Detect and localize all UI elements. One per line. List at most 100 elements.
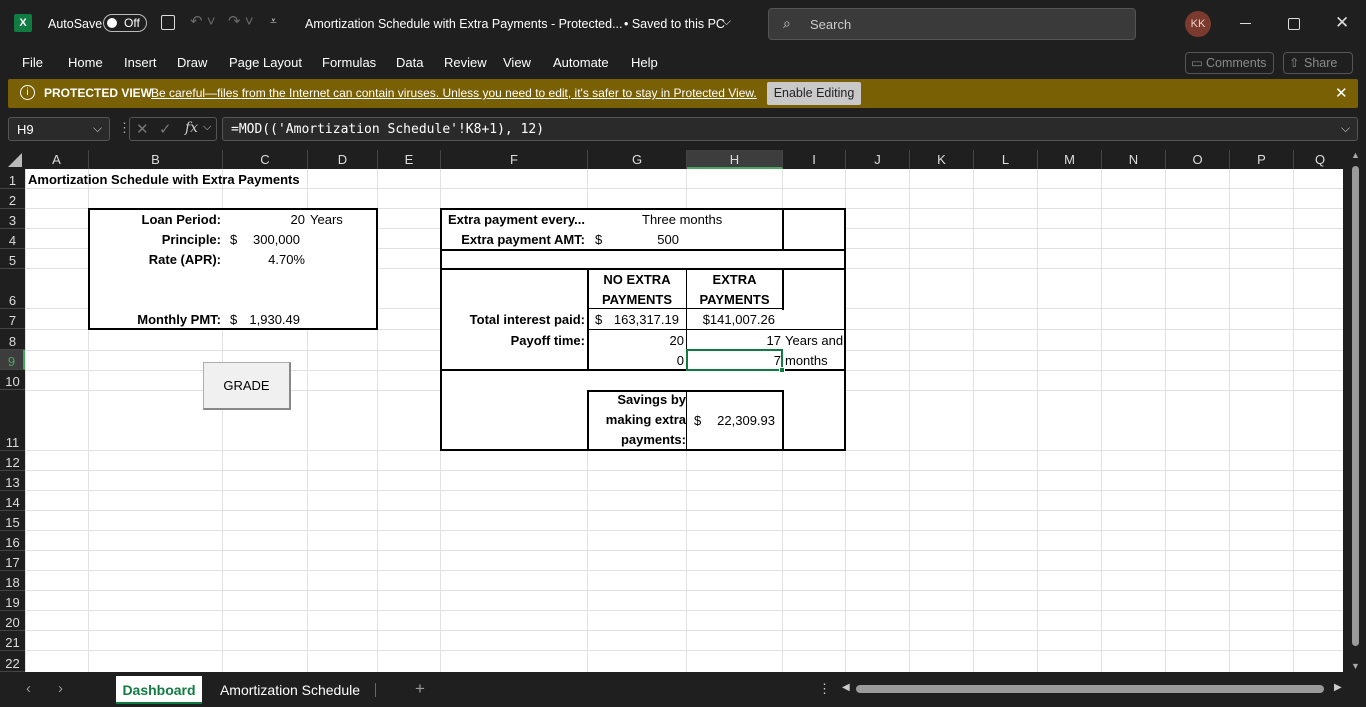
row-header-8[interactable]: 8 xyxy=(0,329,25,350)
menu-draw[interactable]: Draw xyxy=(177,55,207,70)
row-header-2[interactable]: 2 xyxy=(0,189,25,209)
col-header-b[interactable]: B xyxy=(89,150,223,169)
scroll-right-icon[interactable]: ▶ xyxy=(1334,682,1342,693)
protected-view-message[interactable]: Be careful—files from the Internet can c… xyxy=(151,86,757,100)
next-sheet-icon[interactable]: › xyxy=(58,680,63,697)
extra-every-value[interactable]: Three months xyxy=(642,212,722,227)
enter-icon[interactable]: ✓ xyxy=(159,120,172,138)
horizontal-scroll-thumb[interactable] xyxy=(856,685,1324,693)
row-header-3[interactable]: 3 xyxy=(0,209,25,229)
undo-icon[interactable]: ↶ ˅ xyxy=(190,12,216,30)
col-header-a[interactable]: A xyxy=(25,150,89,169)
menu-review[interactable]: Review xyxy=(444,55,487,70)
col-header-h[interactable]: H xyxy=(687,150,783,169)
menu-data[interactable]: Data xyxy=(396,55,423,70)
payoff-months-no-extra[interactable]: 0 xyxy=(677,353,684,368)
payoff-years-no-extra[interactable]: 20 xyxy=(670,333,684,348)
close-icon[interactable]: ✕ xyxy=(1335,84,1348,102)
menu-insert[interactable]: Insert xyxy=(124,55,157,70)
name-box[interactable]: H9 ⌵ xyxy=(8,117,110,141)
row-header-13[interactable]: 13 xyxy=(0,471,25,491)
col-header-c[interactable]: C xyxy=(223,150,308,169)
share-button[interactable]: ⇧ Share xyxy=(1283,52,1353,74)
formula-input[interactable]: =MOD(('Amortization Schedule'!K8+1), 12)… xyxy=(222,117,1358,141)
row-header-10[interactable]: 10 xyxy=(0,370,25,390)
scroll-up-icon[interactable]: ▲ xyxy=(1351,150,1360,160)
col-header-q[interactable]: Q xyxy=(1294,150,1346,169)
previous-sheet-icon[interactable]: ‹ xyxy=(26,680,31,697)
scroll-left-icon[interactable]: ◀ xyxy=(842,682,850,693)
col-header-d[interactable]: D xyxy=(308,150,378,169)
close-icon[interactable]: ✕ xyxy=(1335,13,1349,33)
savings-value[interactable]: 22,309.93 xyxy=(717,413,775,428)
comments-button[interactable]: ▭ Comments xyxy=(1185,52,1274,74)
principle-value[interactable]: 300,000 xyxy=(253,232,300,247)
worksheet-grid[interactable]: Amortization Schedule with Extra Payment… xyxy=(25,169,1343,672)
extra-amt-value[interactable]: 500 xyxy=(657,232,679,247)
row-header-21[interactable]: 21 xyxy=(0,631,25,651)
autosave-toggle[interactable]: Off xyxy=(103,14,147,32)
col-header-p[interactable]: P xyxy=(1230,150,1294,169)
monthly-pmt-value[interactable]: 1,930.49 xyxy=(249,312,300,327)
menu-help[interactable]: Help xyxy=(631,55,658,70)
row-header-4[interactable]: 4 xyxy=(0,229,25,249)
row-header-6[interactable]: 6 xyxy=(0,269,25,309)
document-title[interactable]: Amortization Schedule with Extra Payment… xyxy=(305,17,623,31)
chevron-down-icon[interactable]: ⌵ xyxy=(93,121,102,136)
row-header-11[interactable]: 11 xyxy=(0,390,25,451)
row-header-7[interactable]: 7 xyxy=(0,309,25,329)
avatar[interactable]: KK xyxy=(1185,11,1211,37)
col-header-k[interactable]: K xyxy=(910,150,974,169)
restore-icon[interactable] xyxy=(1288,18,1300,30)
menu-automate[interactable]: Automate xyxy=(553,55,609,70)
rate-value[interactable]: 4.70% xyxy=(268,252,305,267)
chevron-down-icon[interactable]: ⌵ xyxy=(722,14,731,29)
vertical-scroll-thumb[interactable] xyxy=(1352,166,1359,646)
menu-view[interactable]: View xyxy=(503,55,531,70)
menu-formulas[interactable]: Formulas xyxy=(322,55,376,70)
menu-page-layout[interactable]: Page Layout xyxy=(229,55,302,70)
tab-amortization-schedule[interactable]: Amortization Schedule xyxy=(210,676,370,704)
row-header-16[interactable]: 16 xyxy=(0,531,25,551)
total-interest-no-extra[interactable]: 163,317.19 xyxy=(614,312,679,327)
more-options-icon[interactable]: ⋮ xyxy=(818,681,831,697)
add-sheet-icon[interactable]: + xyxy=(415,679,425,699)
row-header-17[interactable]: 17 xyxy=(0,551,25,571)
menu-home[interactable]: Home xyxy=(68,55,103,70)
row-header-12[interactable]: 12 xyxy=(0,451,25,471)
col-header-e[interactable]: E xyxy=(378,150,441,169)
col-header-m[interactable]: M xyxy=(1038,150,1102,169)
customize-toolbar-icon[interactable]: ⩡ xyxy=(270,14,277,29)
row-header-5[interactable]: 5 xyxy=(0,249,25,269)
row-header-15[interactable]: 15 xyxy=(0,511,25,531)
col-header-f[interactable]: F xyxy=(441,150,588,169)
save-status[interactable]: • Saved to this PC xyxy=(624,17,725,31)
loan-period-value[interactable]: 20 xyxy=(291,212,305,227)
col-header-i[interactable]: I xyxy=(783,150,846,169)
select-all-corner[interactable] xyxy=(8,153,22,167)
row-header-22[interactable]: 22 xyxy=(0,651,25,672)
insert-function-icon[interactable]: fx xyxy=(185,120,198,136)
total-interest-extra[interactable]: $141,007.26 xyxy=(703,312,775,327)
chevron-down-icon[interactable]: ⌵ xyxy=(203,121,211,134)
minimize-icon[interactable] xyxy=(1240,23,1251,24)
row-header-9[interactable]: 9 xyxy=(0,350,25,370)
row-header-14[interactable]: 14 xyxy=(0,491,25,511)
scroll-down-icon[interactable]: ▼ xyxy=(1351,661,1360,671)
col-header-g[interactable]: G xyxy=(588,150,687,169)
grade-button[interactable]: GRADE xyxy=(203,362,291,410)
row-header-20[interactable]: 20 xyxy=(0,611,25,631)
menu-file[interactable]: File xyxy=(22,55,43,70)
row-header-19[interactable]: 19 xyxy=(0,591,25,611)
selected-cell-h9[interactable] xyxy=(686,349,783,371)
vertical-scrollbar[interactable]: ▲ ▼ xyxy=(1346,150,1366,675)
row-header-1[interactable]: 1 xyxy=(0,169,25,189)
payoff-years-extra[interactable]: 17 xyxy=(767,333,781,348)
row-header-18[interactable]: 18 xyxy=(0,571,25,591)
search-box[interactable]: ⌕ Search xyxy=(768,8,1136,40)
fill-handle[interactable] xyxy=(779,367,785,373)
redo-icon[interactable]: ↷ ˅ xyxy=(228,12,254,30)
save-icon[interactable] xyxy=(161,15,175,30)
expand-formula-icon[interactable]: ⌵ xyxy=(1341,121,1350,136)
tab-dashboard[interactable]: Dashboard xyxy=(116,676,202,704)
